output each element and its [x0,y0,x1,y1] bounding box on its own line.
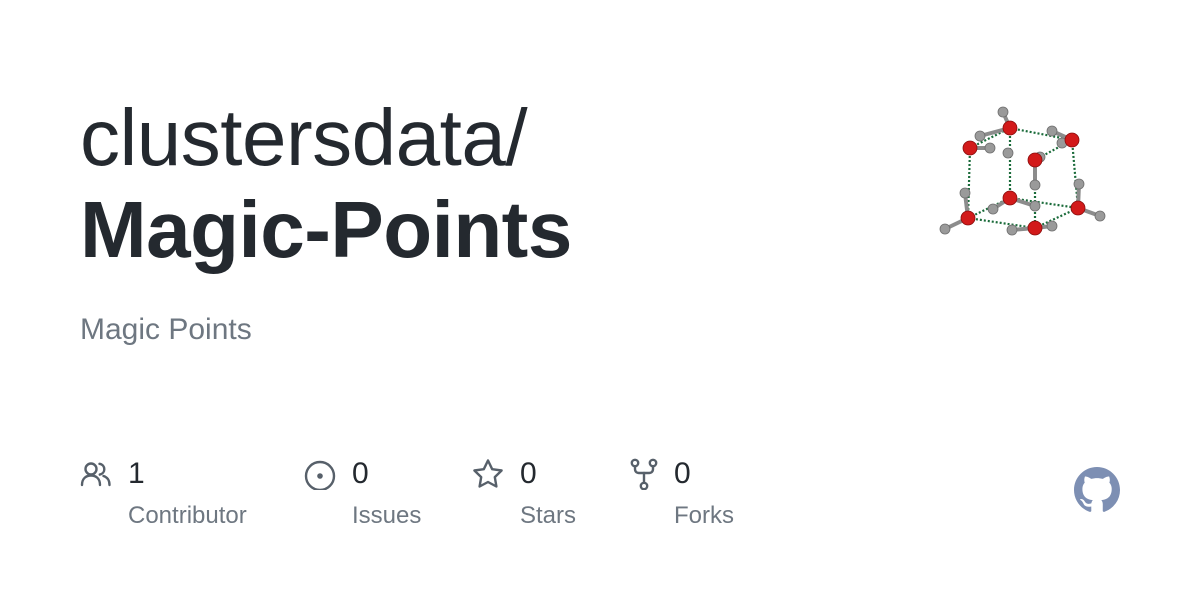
issue-icon [304,460,336,490]
people-icon [80,462,111,487]
repo-name[interactable]: Magic-Points [80,184,880,276]
stat-label: Stars [520,502,577,529]
stat-value: 0 [352,457,369,490]
stat-label: Contributor [128,502,247,529]
repo-title: clustersdata/ Magic-Points [80,92,880,276]
stat-value: 0 [674,457,691,490]
stat-value: 1 [128,457,145,490]
stat-value: 0 [520,457,537,490]
repo-owner[interactable]: clustersdata/ [80,92,880,184]
fork-icon [630,458,658,490]
repo-description: Magic Points [80,313,252,346]
stat-label: Forks [674,502,734,529]
molecule-cluster-icon [939,106,1106,236]
stat-label: Issues [352,502,422,529]
star-icon [473,459,503,488]
github-logo-icon[interactable] [1074,467,1120,513]
